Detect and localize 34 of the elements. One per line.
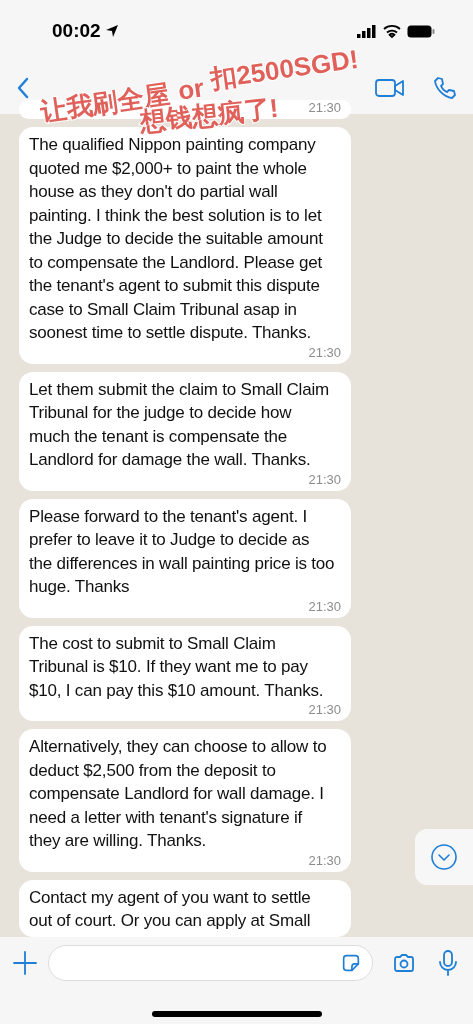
message-text: Alternatively, they can choose to allow to deduct $2,500 from the deposit to compensate Landlord for wall damage. I need a letter with tenant's signature if they are willing. Thanks. <box>29 736 328 852</box>
sticker-icon <box>340 952 362 974</box>
plus-icon <box>12 950 38 976</box>
caption-text: 扣2500SGD! <box>208 43 361 95</box>
wifi-icon <box>383 24 401 38</box>
message-time: 21:30 <box>308 344 341 360</box>
scroll-down-button[interactable] <box>415 829 473 885</box>
location-arrow-icon <box>104 24 119 38</box>
message-text: The cost to submit to Small Claim Tribunal is $10. If they want me to pay $10, I can pay this $10 amount. Thanks. <box>29 632 325 702</box>
add-button[interactable] <box>12 950 38 976</box>
status-time: 00:02 <box>52 20 101 42</box>
message-input-field[interactable] <box>48 945 373 981</box>
message-time: 21:30 <box>308 702 341 717</box>
back-button[interactable] <box>16 77 30 99</box>
message-text: Please forward to the tenant's agent. I prefer to leave it to Judge to decide as the differences in wall painting price is too huge. Thanks <box>29 505 335 598</box>
message-time: 21:30 <box>308 598 341 614</box>
video-call-button[interactable] <box>375 77 405 99</box>
message-time: 21:30 <box>308 471 341 487</box>
battery-icon <box>407 24 435 38</box>
microphone-button[interactable] <box>437 949 459 977</box>
message-time: 21:30 <box>308 100 341 115</box>
message-text: Let them submit the claim to Small Claim Tribunal for the judge to decide how much the tenant is compensate the Landlord for damage the wall. Thanks. <box>29 378 330 471</box>
camera-icon <box>391 951 417 975</box>
phone-icon <box>433 76 457 100</box>
back-icon <box>16 77 30 99</box>
video-camera-icon <box>375 77 405 99</box>
chevron-down-circle-icon <box>430 843 458 871</box>
signal-icon <box>357 24 377 38</box>
message-text: Contact my agent of you want to settle out of court. Or you can apply at Small <box>29 886 312 932</box>
voice-call-button[interactable] <box>433 76 457 100</box>
microphone-icon <box>437 949 459 977</box>
message-time: 21:30 <box>308 852 341 868</box>
message-text: The qualified Nippon painting company quoted me $2,000+ to paint the whole house as they don't do partial wall painting. I think the best solution is to let the Judge to decide the suitable amount to compensate the Landlord. Please get the tenant's agent to submit this dispute case to Small Claim Tribunal asap in soonest time to settle dispute. Thanks. <box>29 134 324 344</box>
camera-button[interactable] <box>391 951 417 975</box>
